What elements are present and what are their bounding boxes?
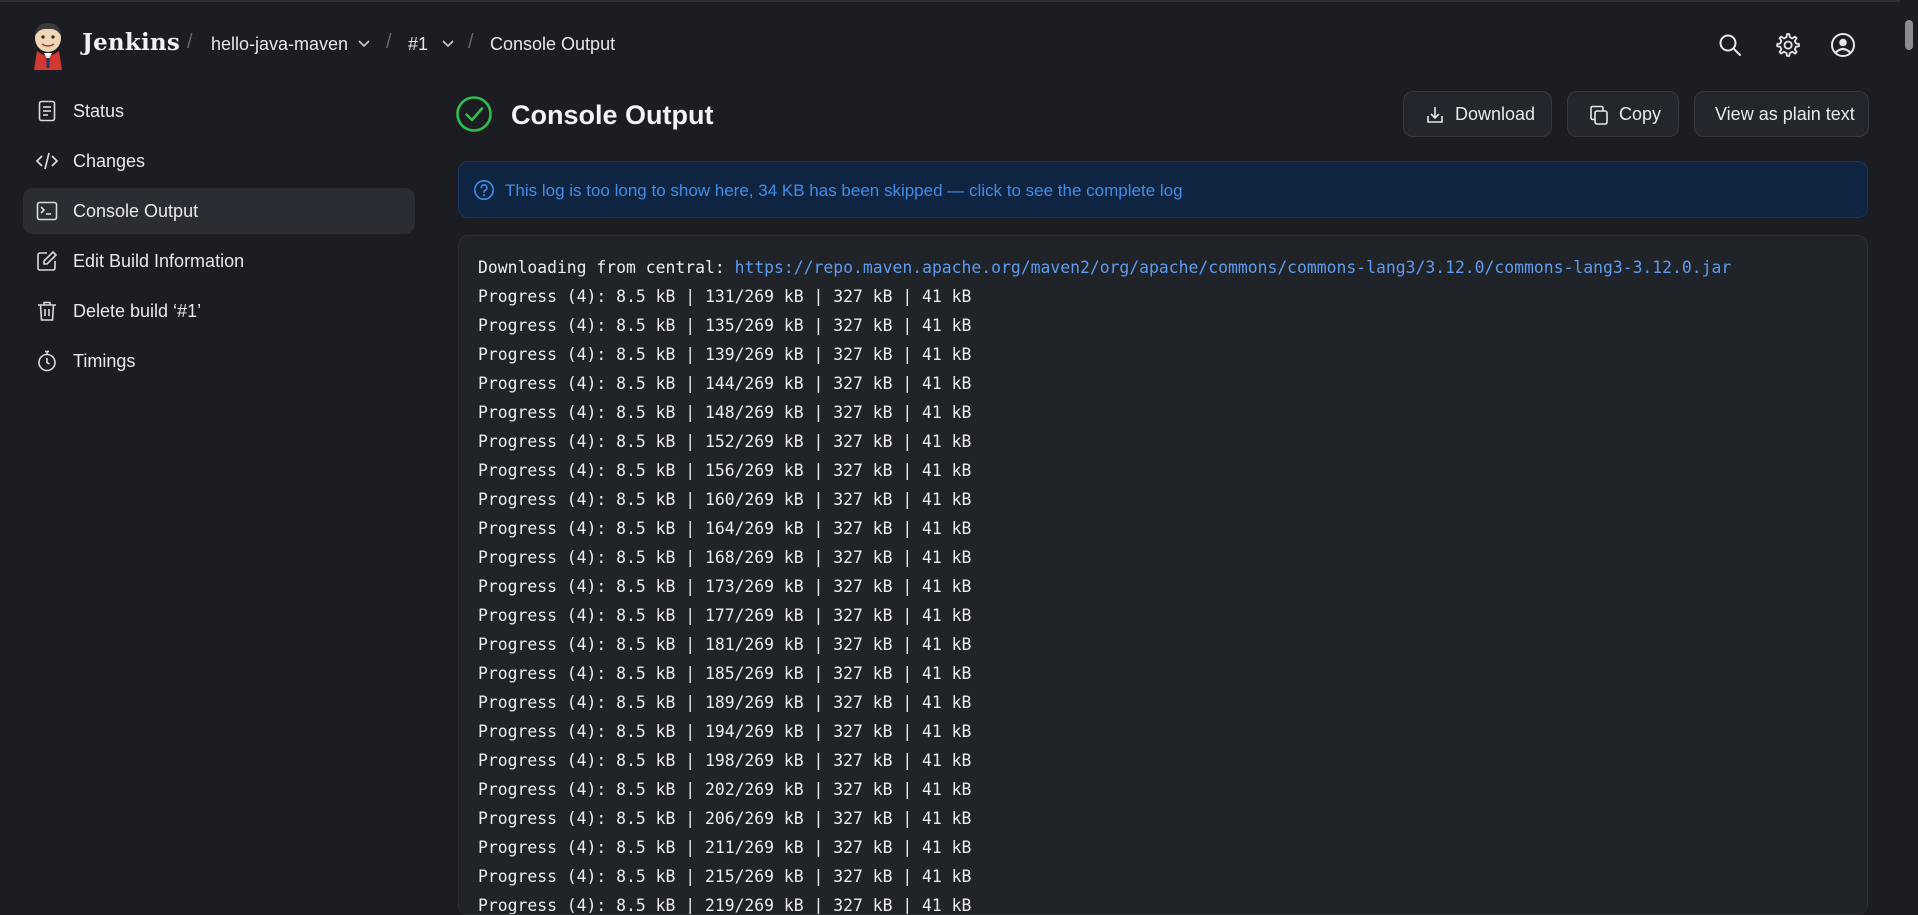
sidebar-item-changes[interactable]: Changes [23,138,415,184]
console-line: Progress (4): 8.5 kB | 131/269 kB | 327 … [478,287,972,306]
breadcrumb-build[interactable]: #1 [408,34,428,55]
brand-name[interactable]: Jenkins [82,29,180,56]
console-line: Downloading from central: https://repo.m… [478,253,1731,282]
console-line: Progress (4): 8.5 kB | 181/269 kB | 327 … [478,635,972,654]
console-line: Progress (4): 8.5 kB | 215/269 kB | 327 … [478,867,972,886]
sidebar-item-label: Console Output [73,201,199,221]
breadcrumb-current[interactable]: Console Output [490,34,615,55]
breadcrumb-separator: / [468,31,474,53]
stopwatch-icon [38,350,56,372]
success-check-icon [456,96,492,132]
console-text: Downloading from central: [478,258,735,277]
chevron-down-icon[interactable] [440,35,456,51]
download-label: Download [1455,104,1536,124]
console-line: Progress (4): 8.5 kB | 173/269 kB | 327 … [478,577,972,596]
sidebar-item-edit-build-information[interactable]: Edit Build Information [23,238,415,284]
console-line: Progress (4): 8.5 kB | 148/269 kB | 327 … [478,403,972,422]
console-line: Progress (4): 8.5 kB | 194/269 kB | 327 … [478,722,972,741]
artifact-url-link[interactable]: https://repo.maven.apache.org/maven2/org… [735,258,1732,277]
view-plain-text-button[interactable]: View as plain text [1694,91,1869,137]
console-line: Progress (4): 8.5 kB | 219/269 kB | 327 … [478,896,972,915]
console-line: Progress (4): 8.5 kB | 152/269 kB | 327 … [478,432,972,451]
sidebar: Status Changes Console Output Edit Build… [23,88,415,388]
download-icon [1427,107,1443,123]
breadcrumb-job[interactable]: hello-java-maven [211,34,348,55]
view-plain-text-label: View as plain text [1715,104,1855,124]
console-line: Progress (4): 8.5 kB | 189/269 kB | 327 … [478,693,972,712]
document-icon [38,100,56,122]
page-title: Console Output [511,100,714,130]
notice-link[interactable]: This log is too long to show here, 34 KB… [505,181,1183,201]
sidebar-item-console-output[interactable]: Console Output [23,188,415,234]
console-line: Progress (4): 8.5 kB | 202/269 kB | 327 … [478,780,972,799]
breadcrumb-separator: / [187,31,193,53]
question-circle-icon [474,180,494,200]
console-line: Progress (4): 8.5 kB | 160/269 kB | 327 … [478,490,972,509]
console-line: Progress (4): 8.5 kB | 206/269 kB | 327 … [478,809,972,828]
page-scrollbar[interactable] [1900,0,1918,902]
console-line: Progress (4): 8.5 kB | 198/269 kB | 327 … [478,751,972,770]
sidebar-item-label: Delete build ‘#1’ [73,301,202,321]
code-icon [35,152,59,170]
log-truncated-notice[interactable]: This log is too long to show here, 34 KB… [458,161,1868,218]
console-line: Progress (4): 8.5 kB | 156/269 kB | 327 … [478,461,972,480]
console-line: Progress (4): 8.5 kB | 211/269 kB | 327 … [478,838,972,857]
search-icon[interactable] [1717,32,1743,58]
copy-label: Copy [1619,104,1662,124]
copy-button[interactable]: Copy [1567,91,1679,137]
breadcrumb-separator: / [386,31,392,53]
chevron-down-icon[interactable] [356,35,372,51]
console-output: Downloading from central: https://repo.m… [458,235,1868,915]
sidebar-item-label: Timings [73,351,136,371]
console-line: Progress (4): 8.5 kB | 168/269 kB | 327 … [478,548,972,567]
console-lines: Downloading from central: https://repo.m… [478,253,1731,915]
sidebar-item-label: Status [73,101,125,121]
console-line: Progress (4): 8.5 kB | 185/269 kB | 327 … [478,664,972,683]
terminal-icon [36,201,58,221]
download-button[interactable]: Download [1403,91,1552,137]
scrollbar-thumb[interactable] [1905,20,1913,50]
console-line: Progress (4): 8.5 kB | 139/269 kB | 327 … [478,345,972,364]
copy-icon [1590,105,1608,125]
edit-icon [37,250,58,271]
gear-icon[interactable] [1774,32,1800,58]
console-line: Progress (4): 8.5 kB | 144/269 kB | 327 … [478,374,972,393]
sidebar-item-delete-build[interactable]: Delete build ‘#1’ [23,288,415,334]
sidebar-item-timings[interactable]: Timings [23,338,415,384]
sidebar-item-label: Edit Build Information [73,251,245,271]
top-header: Jenkins / hello-java-maven / #1 / Consol… [0,2,1900,86]
jenkins-logo-icon[interactable] [30,20,66,70]
console-line: Progress (4): 8.5 kB | 164/269 kB | 327 … [478,519,972,538]
trash-icon [38,301,56,321]
console-line: Progress (4): 8.5 kB | 177/269 kB | 327 … [478,606,972,625]
sidebar-item-label: Changes [73,151,146,171]
sidebar-item-status[interactable]: Status [23,88,415,134]
console-line: Progress (4): 8.5 kB | 135/269 kB | 327 … [478,316,972,335]
user-icon[interactable] [1830,32,1856,58]
